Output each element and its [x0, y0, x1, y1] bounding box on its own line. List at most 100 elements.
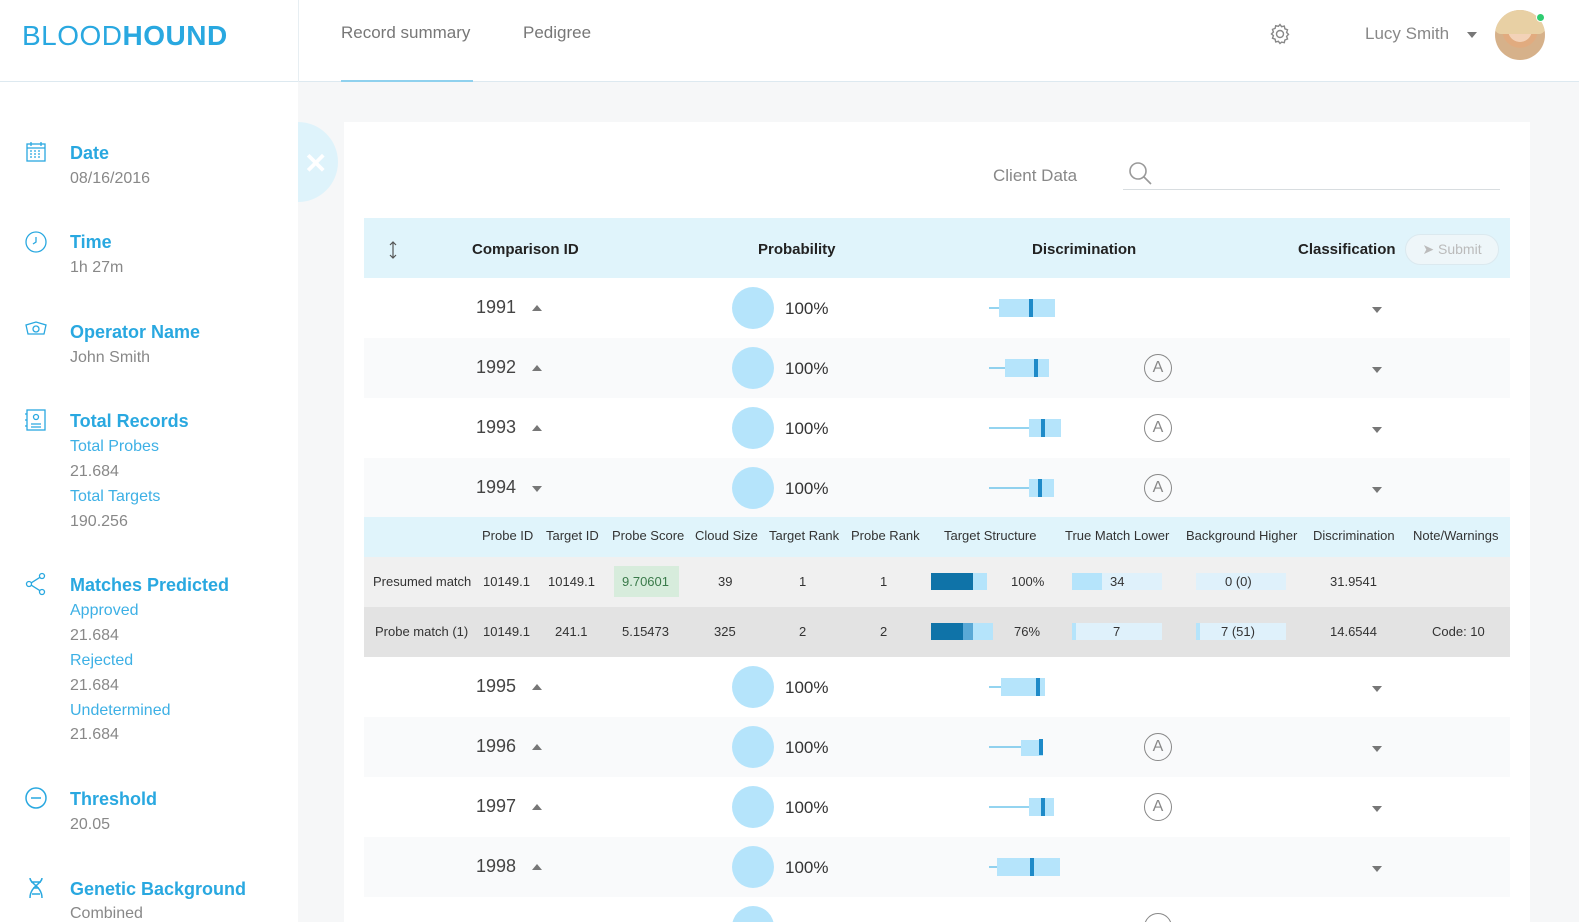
- true-lower-fill: [1072, 573, 1102, 590]
- table-row[interactable]: 1997 100% A: [364, 777, 1510, 837]
- rejected-label: Rejected: [70, 652, 134, 669]
- bg-higher-value: 0 (0): [1225, 574, 1252, 589]
- annotation-badge[interactable]: A: [1144, 793, 1172, 821]
- sort-icon[interactable]: [388, 240, 398, 260]
- detail-col: Probe Score: [612, 528, 685, 543]
- comparison-id: 1995: [476, 676, 517, 696]
- clock-icon: [25, 231, 47, 253]
- note-value: Code: 10: [1432, 624, 1485, 639]
- probability-bubble: [732, 467, 774, 509]
- probability-bubble: [732, 666, 774, 708]
- probe-score: 5.15473: [622, 624, 669, 639]
- table-row[interactable]: 1991 100%: [364, 278, 1510, 338]
- approved-value: 21.684: [70, 627, 119, 644]
- send-icon: ➤: [1422, 241, 1435, 257]
- classification-dropdown[interactable]: [1372, 866, 1382, 872]
- classification-dropdown[interactable]: [1372, 806, 1382, 812]
- submit-button[interactable]: ➤ Submit: [1405, 234, 1499, 265]
- operator-title: Operator Name: [70, 322, 201, 342]
- classification-dropdown[interactable]: [1372, 746, 1382, 752]
- annotation-badge[interactable]: A: [1144, 733, 1172, 761]
- classification-dropdown[interactable]: [1372, 686, 1382, 692]
- close-sidebar-button[interactable]: ✕: [298, 122, 338, 202]
- dna-icon: [29, 877, 43, 899]
- classification-dropdown[interactable]: [1372, 307, 1382, 313]
- time-value: 1h 27m: [70, 259, 124, 276]
- search-icon[interactable]: [1127, 160, 1153, 186]
- annotation-badge[interactable]: A: [1144, 474, 1172, 502]
- probability-bubble: [732, 407, 774, 449]
- detail-col: Target Structure: [944, 528, 1037, 543]
- col-comparison-id[interactable]: Comparison ID: [472, 241, 579, 258]
- target-rank: 1: [799, 574, 807, 589]
- divider: [298, 0, 299, 82]
- table-row[interactable]: 1995 100%: [364, 657, 1510, 717]
- probability-bubble: [732, 347, 774, 389]
- probe-id: 10149.1: [483, 574, 530, 589]
- cloud-size: 39: [718, 574, 733, 589]
- true-lower-value: 34: [1110, 574, 1125, 589]
- col-probability[interactable]: Probability: [758, 241, 836, 258]
- probes-value: 21.684: [70, 463, 119, 480]
- discrimination-boxplot: [989, 359, 1049, 377]
- search-input[interactable]: [1160, 160, 1500, 188]
- detail-col: True Match Lower: [1065, 528, 1170, 543]
- time-title: Time: [70, 232, 112, 252]
- annotation-badge[interactable]: [1144, 913, 1172, 922]
- discrimination-boxplot: [989, 798, 1054, 816]
- logo[interactable]: BLOODHOUND: [22, 20, 228, 52]
- chevron-up-icon[interactable]: [532, 425, 542, 431]
- structure-bar-fill: [931, 573, 973, 590]
- col-classification[interactable]: Classification: [1298, 241, 1396, 258]
- col-discrimination[interactable]: Discrimination: [1032, 241, 1136, 258]
- annotation-badge[interactable]: A: [1144, 414, 1172, 442]
- chevron-up-icon[interactable]: [532, 864, 542, 870]
- chevron-up-icon[interactable]: [532, 365, 542, 371]
- detail-row[interactable]: Probe match (1) 10149.1 241.1 5.15473 32…: [364, 607, 1510, 657]
- logo-light: BLOOD: [22, 20, 123, 51]
- table-row[interactable]: 1993 100% A: [364, 398, 1510, 458]
- detail-col: Note/Warnings: [1413, 528, 1499, 543]
- classification-dropdown[interactable]: [1372, 427, 1382, 433]
- classification-dropdown[interactable]: [1372, 487, 1382, 493]
- targets-label: Total Targets: [70, 488, 161, 505]
- chevron-up-icon[interactable]: [532, 684, 542, 690]
- chevron-down-icon[interactable]: [1467, 32, 1477, 38]
- approved-label: Approved: [70, 602, 139, 619]
- probe-rank: 2: [880, 624, 888, 639]
- table-row[interactable]: [364, 897, 1510, 922]
- discrimination-value: 14.6544: [1330, 624, 1377, 639]
- discrimination-boxplot: [989, 739, 1043, 756]
- discrimination-value: 31.9541: [1330, 574, 1377, 589]
- detail-header: Probe ID Target ID Probe Score Cloud Siz…: [364, 517, 1510, 557]
- chevron-up-icon[interactable]: [532, 804, 542, 810]
- detail-row[interactable]: Presumed match 10149.1 10149.1 9.70601 3…: [364, 557, 1510, 607]
- tab-record-summary[interactable]: Record summary: [341, 23, 473, 82]
- detail-col: Probe Rank: [851, 528, 920, 543]
- probability-value: 100%: [785, 479, 829, 498]
- table-row[interactable]: 1992 100% A: [364, 338, 1510, 398]
- annotation-badge[interactable]: A: [1144, 354, 1172, 382]
- table-row[interactable]: 1998 100%: [364, 837, 1510, 897]
- detail-col: Target Rank: [769, 528, 840, 543]
- table-row[interactable]: 1996 100% A: [364, 717, 1510, 777]
- user-name[interactable]: Lucy Smith: [1365, 24, 1449, 44]
- target-id: 10149.1: [548, 574, 595, 589]
- records-icon: [25, 409, 46, 431]
- structure-bar-fill: [931, 623, 963, 640]
- detail-col: Discrimination: [1313, 528, 1395, 543]
- classification-dropdown[interactable]: [1372, 367, 1382, 373]
- chevron-down-icon[interactable]: [532, 486, 542, 492]
- gear-icon[interactable]: [1268, 22, 1292, 46]
- chevron-up-icon[interactable]: [532, 305, 542, 311]
- table-header: Comparison ID Probability Discrimination…: [364, 218, 1510, 278]
- close-icon: ✕: [304, 148, 328, 179]
- top-bar: BLOODHOUND Record summary Pedigree Lucy …: [0, 0, 1579, 82]
- comparison-id: 1993: [476, 417, 517, 437]
- table-row[interactable]: 1994 100% A: [364, 458, 1510, 518]
- chevron-up-icon[interactable]: [532, 744, 542, 750]
- probe-score: 9.70601: [622, 574, 669, 589]
- operator-value: John Smith: [70, 349, 151, 366]
- tab-pedigree[interactable]: Pedigree: [523, 23, 591, 82]
- bg-higher-fill: [1196, 623, 1200, 640]
